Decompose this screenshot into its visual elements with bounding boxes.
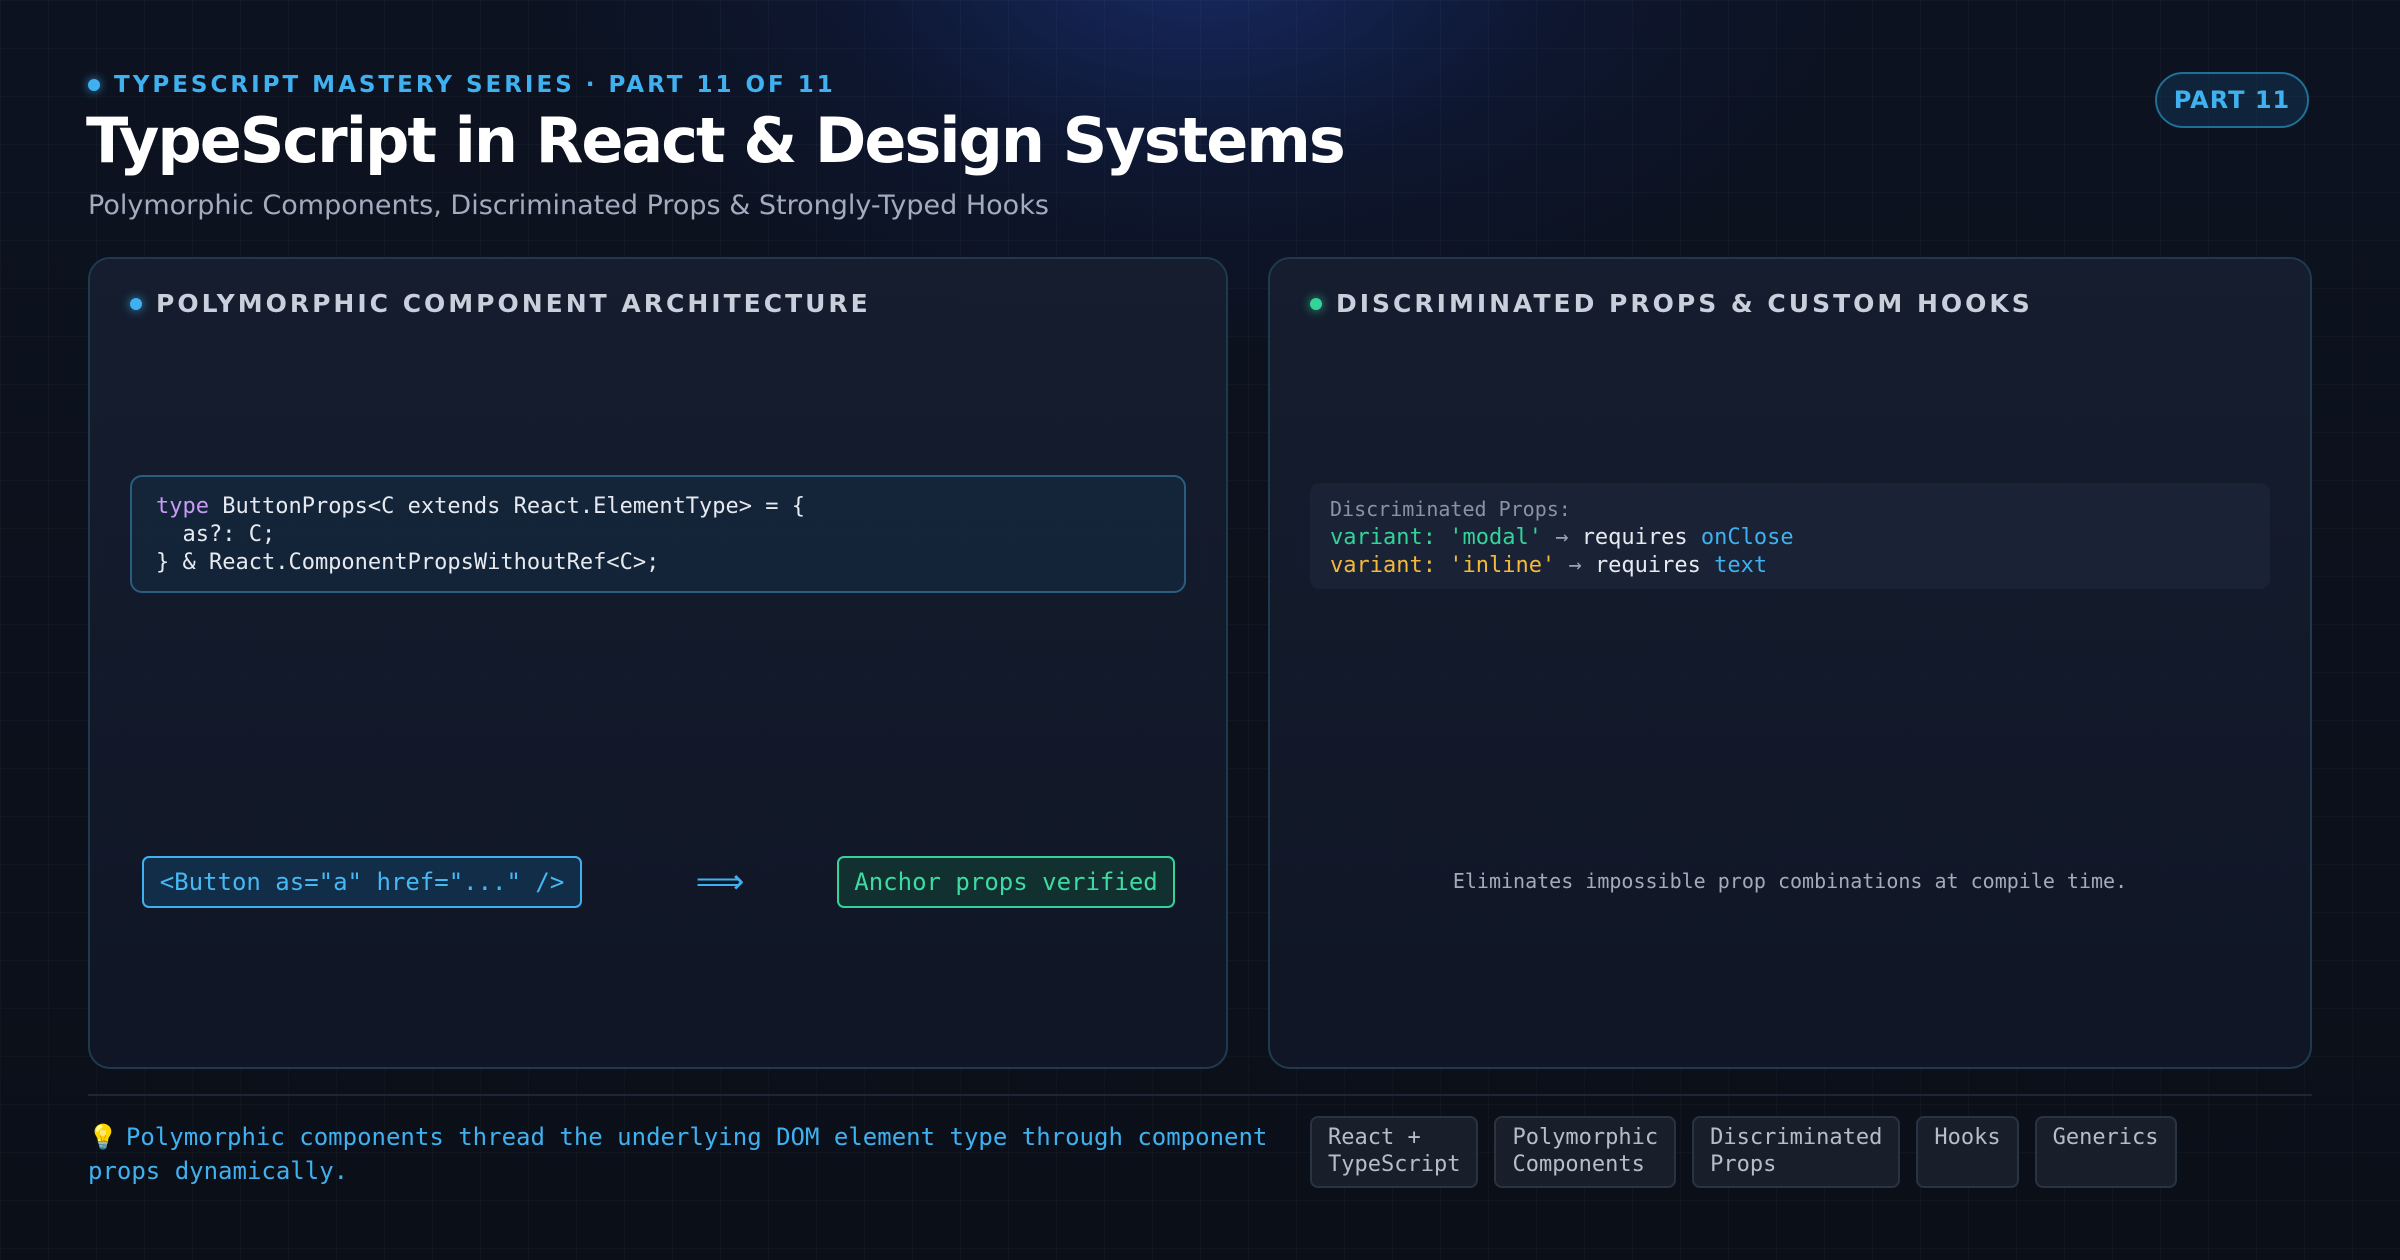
tag-line: Hooks xyxy=(1934,1125,2001,1150)
tag-hooks: Hooks xyxy=(1916,1116,2019,1188)
panel-heading-text: POLYMORPHIC COMPONENT ARCHITECTURE xyxy=(156,289,871,318)
tag-discriminated-props: Discriminated Props xyxy=(1692,1116,1901,1188)
row-prop: onClose xyxy=(1700,525,1794,550)
panel-heading: DISCRIMINATED PROPS & CUSTOM HOOKS xyxy=(1310,289,2033,318)
row-text: requires xyxy=(1594,553,1701,578)
discriminated-props-panel: DISCRIMINATED PROPS & CUSTOM HOOKS Discr… xyxy=(1268,257,2312,1069)
panel-heading: POLYMORPHIC COMPONENT ARCHITECTURE xyxy=(130,289,871,318)
part-badge: PART 11 xyxy=(2155,72,2309,128)
tag-line: Props xyxy=(1710,1152,1777,1177)
tag-react-typescript: React + TypeScript xyxy=(1310,1116,1479,1188)
row-key: variant: xyxy=(1330,525,1436,550)
discriminated-props-box: Discriminated Props: variant: 'modal' → … xyxy=(1310,483,2270,589)
row-arrow-icon: → xyxy=(1568,553,1582,578)
tag-polymorphic-components: Polymorphic Components xyxy=(1494,1116,1677,1188)
row-value: 'modal' xyxy=(1449,525,1542,550)
code-line-2: as?: C; xyxy=(156,522,276,547)
eyebrow-text: TYPESCRIPT MASTERY SERIES · PART 11 OF 1… xyxy=(114,72,836,98)
page-subtitle: Polymorphic Components, Discriminated Pr… xyxy=(88,190,1049,221)
tag-line: React + xyxy=(1328,1125,1421,1150)
code-line-3: } & React.ComponentPropsWithoutRef<C>; xyxy=(156,550,660,575)
footer-tip: 💡 Polymorphic components thread the under… xyxy=(88,1120,1288,1188)
polymorphic-panel: POLYMORPHIC COMPONENT ARCHITECTURE type … xyxy=(88,257,1228,1069)
row-prop: text xyxy=(1714,553,1768,578)
topic-tags: React + TypeScript Polymorphic Component… xyxy=(1310,1116,2177,1188)
tip-text: Polymorphic components thread the underl… xyxy=(88,1123,1268,1185)
tag-line: TypeScript xyxy=(1328,1152,1461,1177)
code-keyword: type xyxy=(156,494,209,519)
row-arrow-icon: → xyxy=(1555,525,1569,550)
tag-line: Components xyxy=(1512,1152,1645,1177)
verified-result-chip: Anchor props verified xyxy=(837,856,1175,908)
heading-dot-icon xyxy=(1310,297,1322,310)
panel-heading-text: DISCRIMINATED PROPS & CUSTOM HOOKS xyxy=(1336,289,2033,318)
arrow-right-icon: ⟹ xyxy=(695,862,745,902)
page-title: TypeScript in React & Design Systems xyxy=(86,104,1346,177)
panel-note: Eliminates impossible prop combinations … xyxy=(1452,869,2128,893)
code-line-1: ButtonProps<C extends React.ElementType>… xyxy=(208,494,806,519)
row-key: variant: xyxy=(1330,553,1436,578)
row-text: requires xyxy=(1581,525,1688,550)
box-title: Discriminated Props: xyxy=(1330,497,1571,521)
row-value: 'inline' xyxy=(1449,553,1556,578)
code-block: type ButtonProps<C extends React.Element… xyxy=(130,475,1186,593)
usage-example-chip: <Button as="a" href="..." /> xyxy=(142,856,582,908)
lightbulb-icon: 💡 xyxy=(88,1123,118,1151)
eyebrow-dot-icon xyxy=(88,79,100,91)
tag-generics: Generics xyxy=(2034,1116,2177,1188)
tag-line: Generics xyxy=(2052,1125,2159,1150)
tag-line: Discriminated xyxy=(1710,1125,1883,1150)
series-eyebrow: TYPESCRIPT MASTERY SERIES · PART 11 OF 1… xyxy=(88,72,836,98)
footer-divider xyxy=(88,1094,2312,1096)
heading-dot-icon xyxy=(130,297,142,310)
tag-line: Polymorphic xyxy=(1512,1125,1659,1150)
